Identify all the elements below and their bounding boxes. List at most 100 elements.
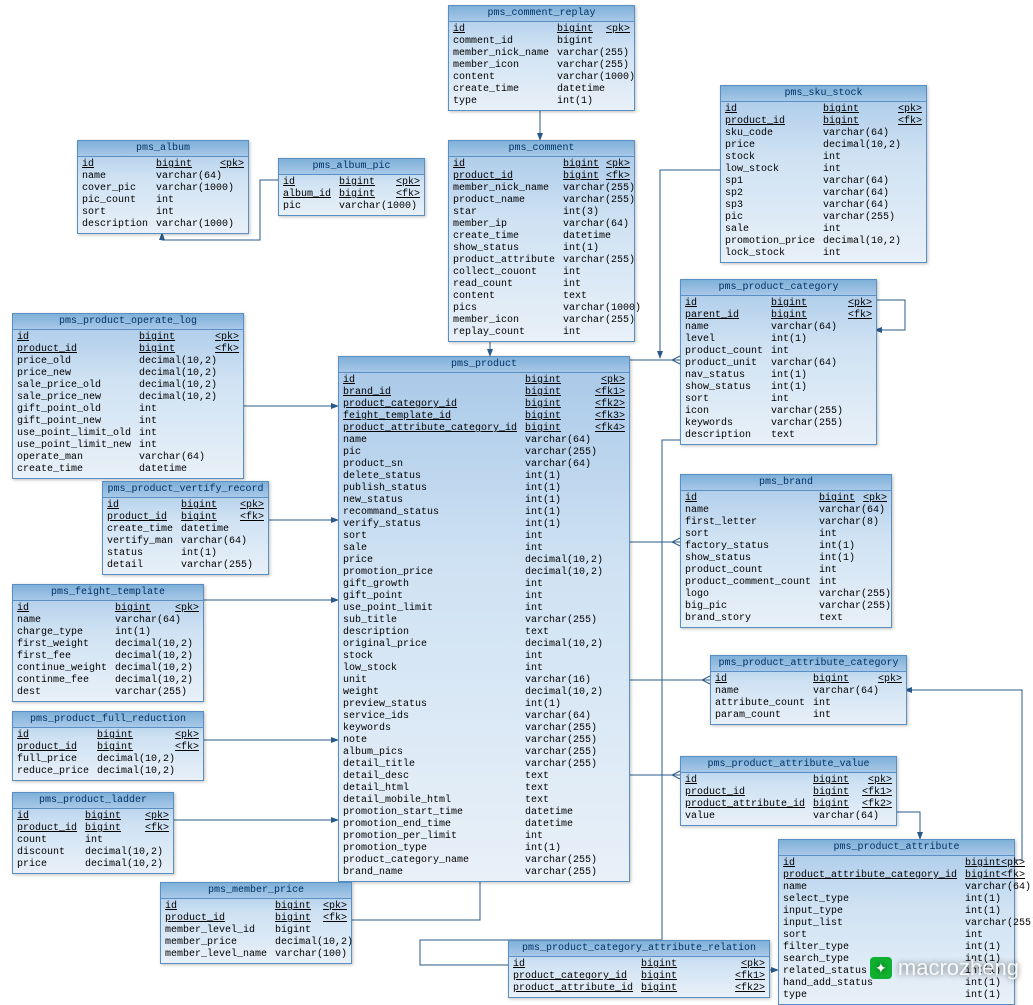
col-key [597, 735, 625, 747]
table-row: namevarchar(64) [783, 882, 1010, 894]
col-name: promotion_price [725, 236, 815, 248]
col-name: low_stock [725, 164, 815, 176]
col-type: int(1) [819, 553, 855, 565]
col-type: text [819, 613, 843, 625]
col-key [561, 471, 625, 483]
table-pms_product_attribute_value: pms_product_attribute_valueidbigint<pk>p… [680, 756, 897, 826]
table-row: logovarchar(255) [685, 589, 887, 601]
col-type: varchar(64) [563, 219, 629, 231]
col-type: varchar(255) [525, 867, 597, 879]
col-type: varchar(64) [823, 200, 889, 212]
col-key [229, 524, 264, 536]
table-pms_comment_replay: pms_comment_replayidbigint<pk>comment_id… [448, 5, 635, 111]
col-name: id [715, 674, 805, 686]
col-type: varchar(255) [525, 447, 597, 459]
table-body: idbigint<pk>namevarchar(64)cover_picvarc… [78, 157, 248, 233]
col-key [549, 771, 625, 783]
table-row: idbigint<pk> [783, 858, 1010, 870]
table-row: product_category_idbigint<fk2> [343, 399, 625, 411]
col-key: <fk> [217, 512, 264, 524]
col-name: factory_status [685, 541, 811, 553]
col-type: int(1) [965, 990, 1001, 1002]
col-name: product_category_name [343, 855, 517, 867]
col-name: show_status [685, 553, 811, 565]
table-pms_product_attribute_category: pms_product_attribute_categoryidbigint<p… [710, 655, 907, 725]
col-name: member_icon [453, 60, 549, 72]
col-type: datetime [525, 807, 573, 819]
col-name: service_ids [343, 711, 517, 723]
col-type: int(3) [563, 207, 599, 219]
col-type: bigint [525, 399, 561, 411]
col-name: promotion_end_time [343, 819, 517, 831]
col-name: logo [685, 589, 811, 601]
table-row: filter_type int(1) [783, 942, 1010, 954]
col-type: varchar(255) [181, 560, 253, 572]
col-type: int [823, 248, 841, 260]
table-row: comment_idbigint [453, 36, 630, 48]
col-type: int [139, 404, 157, 416]
col-name: show_status [453, 243, 555, 255]
col-key [889, 200, 922, 212]
col-key [581, 267, 630, 279]
col-type: bigint [557, 24, 593, 36]
col-key [543, 663, 625, 675]
col-key [603, 555, 625, 567]
table-body: idbigint<pk>product_idbigint<fk>member_n… [449, 157, 634, 341]
col-type: decimal(10,2) [115, 639, 193, 651]
table-row: sale_price_olddecimal(10,2) [17, 380, 239, 392]
col-type: varchar(64) [813, 686, 879, 698]
col-type: varchar(255) [819, 589, 891, 601]
col-name: discount [17, 847, 77, 859]
col-type: varchar(255) [771, 406, 843, 418]
table-body: idbigint<pk>product_idbigint<fk1>product… [681, 773, 896, 825]
table-row: keywordsvarchar(255) [685, 418, 872, 430]
table-row: product_idbigint<fk1> [685, 787, 892, 799]
col-type: bigint [771, 310, 807, 322]
col-type: int(1) [965, 942, 1001, 954]
col-key: <fk> [807, 310, 872, 322]
col-key [597, 867, 625, 879]
table-row: album_idbigint<fk> [283, 189, 420, 201]
col-type: bigint [813, 674, 849, 686]
col-name: filter_type [783, 942, 957, 954]
col-name: keywords [343, 723, 517, 735]
table-row: sale_price_newdecimal(10,2) [17, 392, 239, 404]
table-row: create_timedatetime [107, 524, 264, 536]
col-type: int [525, 543, 543, 555]
col-name: sort [82, 207, 148, 219]
col-type: int [771, 394, 789, 406]
table-row: param_countint [715, 710, 902, 722]
table-row: idbigint<pk> [685, 298, 872, 310]
table-row: price_olddecimal(10,2) [17, 356, 239, 368]
table-row: weightdecimal(10,2) [343, 687, 625, 699]
col-key [597, 747, 625, 759]
col-name: first_letter [685, 517, 811, 529]
col-type: int [819, 577, 837, 589]
col-key: <pk> [375, 177, 420, 189]
col-name: new_status [343, 495, 517, 507]
table-title: pms_product_attribute_value [681, 757, 896, 773]
col-name: brand_story [685, 613, 811, 625]
table-row: read_countint [453, 279, 630, 291]
col-name: preview_status [343, 699, 517, 711]
col-name: detail_mobile_html [343, 795, 517, 807]
col-name: member_level_name [165, 949, 267, 961]
col-type: text [563, 291, 587, 303]
table-body: idbigint<pk>comment_idbigintmember_nick_… [449, 22, 634, 110]
col-key [789, 346, 872, 358]
col-type: int [819, 529, 837, 541]
col-key [843, 406, 872, 418]
table-row: stockint [725, 152, 922, 164]
col-type: bigint [339, 177, 375, 189]
table-row: show_statusint(1) [685, 382, 872, 394]
col-type: bigint [85, 811, 121, 823]
col-name: pics [453, 303, 555, 315]
table-row: valuevarchar(64) [685, 811, 892, 823]
table-row: input_typeint(1) [783, 906, 1010, 918]
table-title: pms_member_price [161, 883, 351, 899]
col-type: int [139, 440, 157, 452]
col-type: bigint [965, 858, 1001, 870]
col-type: decimal(10,2) [525, 639, 603, 651]
table-row: product_attribute_category_idbigint<fk> [783, 870, 1010, 882]
table-row: product_attributevarchar(255) [453, 255, 630, 267]
